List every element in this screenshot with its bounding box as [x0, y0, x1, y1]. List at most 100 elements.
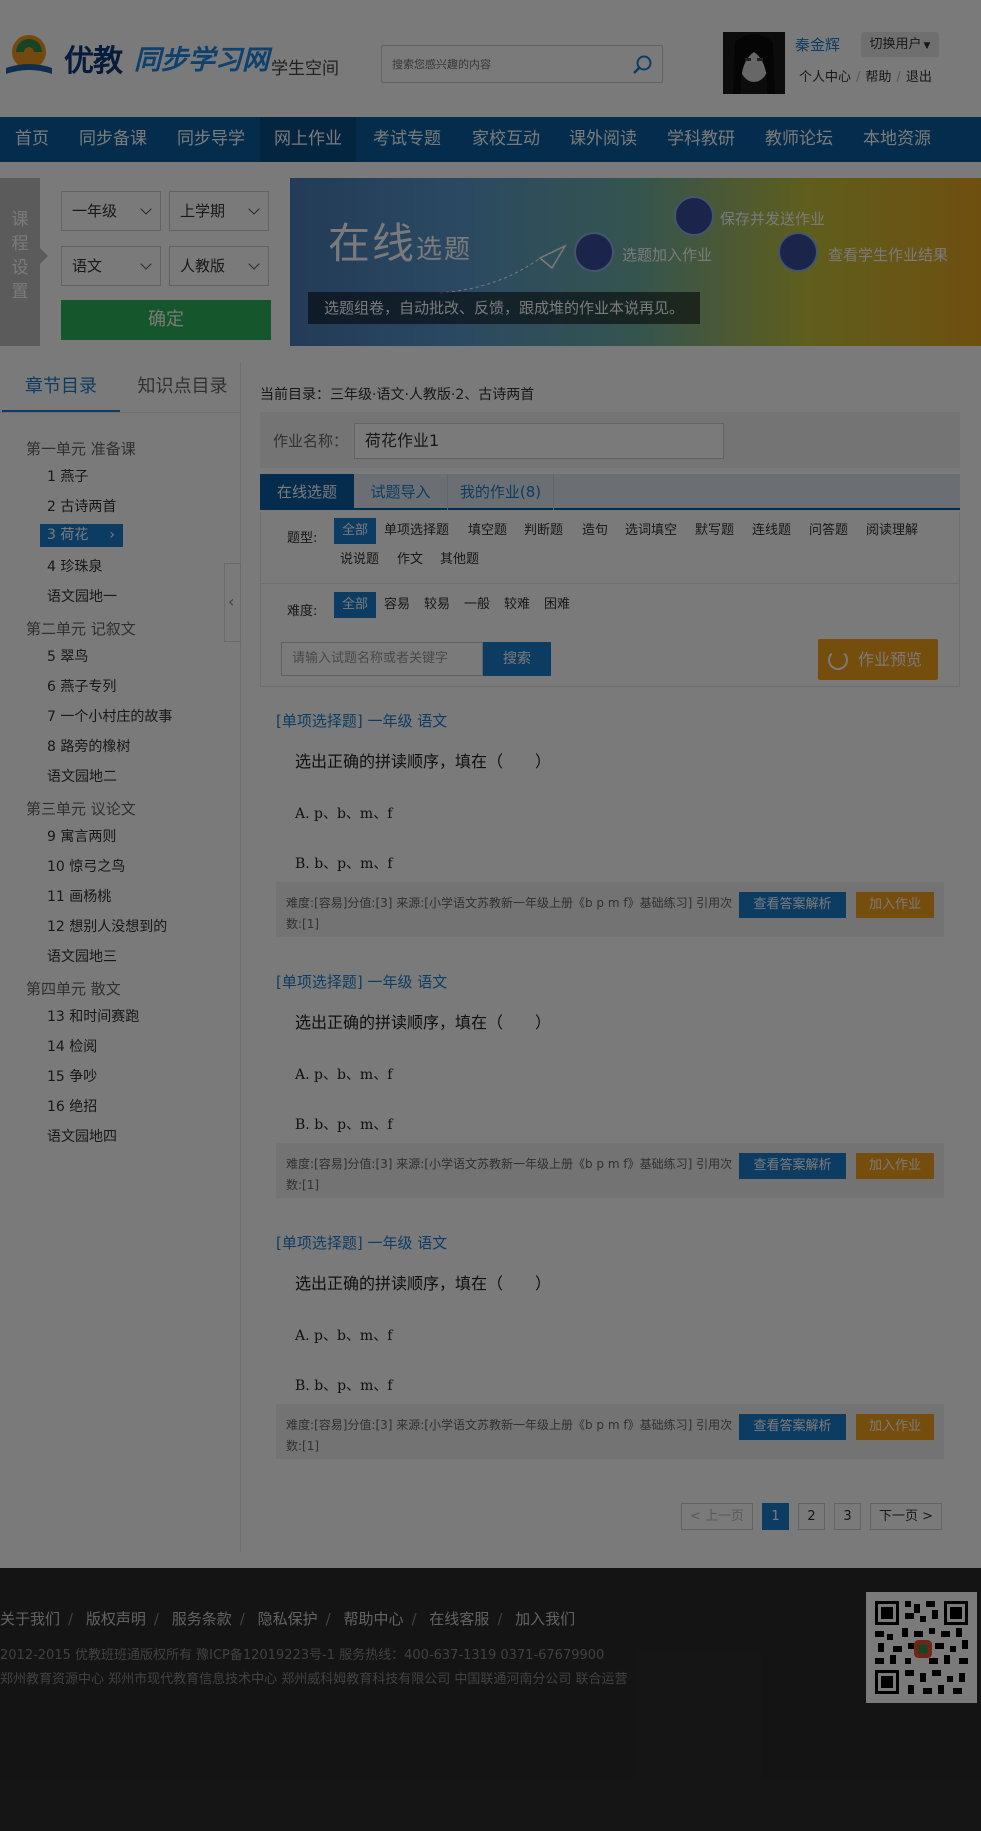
question-type-link[interactable]: [单项选择题] 一年级 语文	[276, 971, 447, 992]
page-3[interactable]: 3	[834, 1503, 861, 1530]
difficulty-chip-all[interactable]: 全部	[334, 592, 377, 618]
tab-chapter[interactable]: 章节目录	[2, 362, 120, 412]
difficulty-chip[interactable]: 较难	[504, 592, 530, 618]
type-chip[interactable]: 造句	[582, 518, 608, 544]
footer-links: 关于我们 / 版权声明 / 服务条款 / 隐私保护 / 帮助中心 / 在线客服 / 加入我们	[0, 1610, 576, 1628]
add-to-homework-button[interactable]: 加入作业	[856, 1153, 934, 1179]
homework-name-input[interactable]: 荷花作业1	[354, 423, 724, 459]
difficulty-chip[interactable]: 一般	[464, 592, 490, 618]
view-answer-button[interactable]: 查看答案解析	[739, 1414, 846, 1440]
type-chip-all[interactable]: 全部	[334, 518, 377, 544]
type-chip[interactable]: 问答题	[809, 518, 848, 544]
type-chip[interactable]: 选词填空	[625, 518, 677, 544]
lesson-item[interactable]: 11 画杨桃	[47, 886, 111, 906]
question-meta: 难度:[容易]分值:[3] 来源:[小学语文苏教新一年级上册《b p m f》基…	[276, 882, 944, 937]
footer-link[interactable]: 帮助中心	[343, 1610, 403, 1628]
edition-select[interactable]: 人教版	[169, 246, 269, 286]
personal-center-link[interactable]: 个人中心	[799, 70, 851, 85]
next-page-button[interactable]: 下一页 >	[870, 1503, 942, 1530]
question-type-link[interactable]: [单项选择题] 一年级 语文	[276, 710, 447, 731]
footer-link[interactable]: 关于我们	[0, 1610, 60, 1628]
term-select[interactable]: 上学期	[169, 191, 269, 231]
lesson-item[interactable]: 9 寓言两则	[47, 826, 116, 846]
lesson-item[interactable]: 语文园地一	[47, 586, 117, 606]
lesson-item[interactable]: 5 翠鸟	[47, 646, 88, 666]
tab-import[interactable]: 试题导入	[354, 474, 448, 510]
tab-knowledge[interactable]: 知识点目录	[125, 362, 240, 412]
unit-title[interactable]: 第三单元 议论文	[26, 798, 136, 819]
subject-select[interactable]: 语文	[61, 246, 161, 286]
type-chip[interactable]: 连线题	[752, 518, 791, 544]
keyword-input[interactable]: 请输入试题名称或者关键字	[281, 642, 483, 676]
nav-item-home[interactable]: 首页	[0, 117, 64, 162]
lesson-item[interactable]: 语文园地二	[47, 766, 117, 786]
homework-preview-button[interactable]: 作业预览	[818, 639, 938, 680]
lesson-item[interactable]: 12 想别人没想到的	[47, 916, 167, 936]
type-chip[interactable]: 阅读理解	[866, 518, 918, 544]
type-chip[interactable]: 说说题	[340, 547, 379, 573]
footer-link[interactable]: 服务条款	[172, 1610, 232, 1628]
lesson-item[interactable]: 7 一个小村庄的故事	[47, 706, 172, 726]
lesson-item[interactable]: 14 检阅	[47, 1036, 97, 1056]
nav-item-sync-guide[interactable]: 同步导学	[162, 117, 260, 162]
add-to-homework-button[interactable]: 加入作业	[856, 1414, 934, 1440]
page-1[interactable]: 1	[762, 1503, 789, 1530]
question-type-link[interactable]: [单项选择题] 一年级 语文	[276, 1232, 447, 1253]
nav-item-forum[interactable]: 教师论坛	[750, 117, 848, 162]
type-chip[interactable]: 填空题	[468, 518, 507, 544]
type-chip[interactable]: 单项选择题	[384, 518, 449, 544]
lesson-item-current[interactable]: 3 荷花 ›	[40, 524, 123, 547]
username-link[interactable]: 秦金辉	[795, 34, 840, 55]
unit-title[interactable]: 第一单元 准备课	[26, 438, 136, 459]
view-answer-button[interactable]: 查看答案解析	[739, 1153, 846, 1179]
chevron-left-icon: ‹	[228, 592, 235, 611]
page-2[interactable]: 2	[798, 1503, 825, 1530]
switch-user-button[interactable]: 切换用户 ▼	[861, 32, 939, 57]
search-input[interactable]	[392, 55, 612, 73]
prev-page-button[interactable]: < 上一页	[681, 1503, 753, 1530]
confirm-button[interactable]: 确定	[61, 300, 271, 340]
lesson-item[interactable]: 15 争吵	[47, 1066, 97, 1086]
lesson-item[interactable]: 4 珍珠泉	[47, 556, 102, 576]
collapse-panel-button[interactable]: ‹	[224, 563, 241, 642]
nav-item-reading[interactable]: 课外阅读	[554, 117, 652, 162]
search-icon[interactable]	[632, 54, 654, 76]
lesson-item[interactable]: 16 绝招	[47, 1096, 97, 1116]
difficulty-chip[interactable]: 容易	[384, 592, 410, 618]
difficulty-chip[interactable]: 困难	[544, 592, 570, 618]
nav-item-home-school[interactable]: 家校互动	[458, 117, 554, 162]
unit-title[interactable]: 第四单元 散文	[26, 978, 121, 999]
nav-item-sync-prep[interactable]: 同步备课	[64, 117, 162, 162]
nav-item-exam[interactable]: 考试专题	[356, 117, 458, 162]
help-link[interactable]: 帮助	[865, 70, 891, 85]
footer-link[interactable]: 隐私保护	[258, 1610, 318, 1628]
lesson-item[interactable]: 8 路旁的橡树	[47, 736, 130, 756]
grade-select[interactable]: 一年级	[61, 191, 161, 231]
lesson-item[interactable]: 10 惊弓之鸟	[47, 856, 125, 876]
difficulty-chip[interactable]: 较易	[424, 592, 450, 618]
type-chip[interactable]: 作文	[397, 547, 423, 573]
question-search-button[interactable]: 搜索	[483, 642, 551, 676]
lesson-item[interactable]: 6 燕子专列	[47, 676, 116, 696]
lesson-item[interactable]: 2 古诗两首	[47, 496, 116, 516]
lesson-item[interactable]: 语文园地三	[47, 946, 117, 966]
tab-my-homework[interactable]: 我的作业(8)	[448, 474, 554, 510]
nav-item-local[interactable]: 本地资源	[848, 117, 946, 162]
type-chip[interactable]: 默写题	[695, 518, 734, 544]
lesson-item[interactable]: 语文园地四	[47, 1126, 117, 1146]
avatar[interactable]	[723, 32, 785, 94]
view-answer-button[interactable]: 查看答案解析	[739, 892, 846, 918]
footer-link[interactable]: 在线客服	[429, 1610, 489, 1628]
type-chip[interactable]: 其他题	[440, 547, 479, 573]
lesson-item[interactable]: 1 燕子	[47, 466, 88, 486]
logout-link[interactable]: 退出	[906, 70, 932, 85]
type-chip[interactable]: 判断题	[524, 518, 563, 544]
nav-item-online-homework[interactable]: 网上作业	[260, 117, 356, 162]
lesson-item[interactable]: 13 和时间赛跑	[47, 1006, 139, 1026]
unit-title[interactable]: 第二单元 记叙文	[26, 618, 136, 639]
footer-link[interactable]: 版权声明	[86, 1610, 146, 1628]
nav-item-research[interactable]: 学科教研	[652, 117, 750, 162]
footer-link[interactable]: 加入我们	[515, 1610, 575, 1628]
tab-online-select[interactable]: 在线选题	[260, 474, 354, 510]
add-to-homework-button[interactable]: 加入作业	[856, 892, 934, 918]
